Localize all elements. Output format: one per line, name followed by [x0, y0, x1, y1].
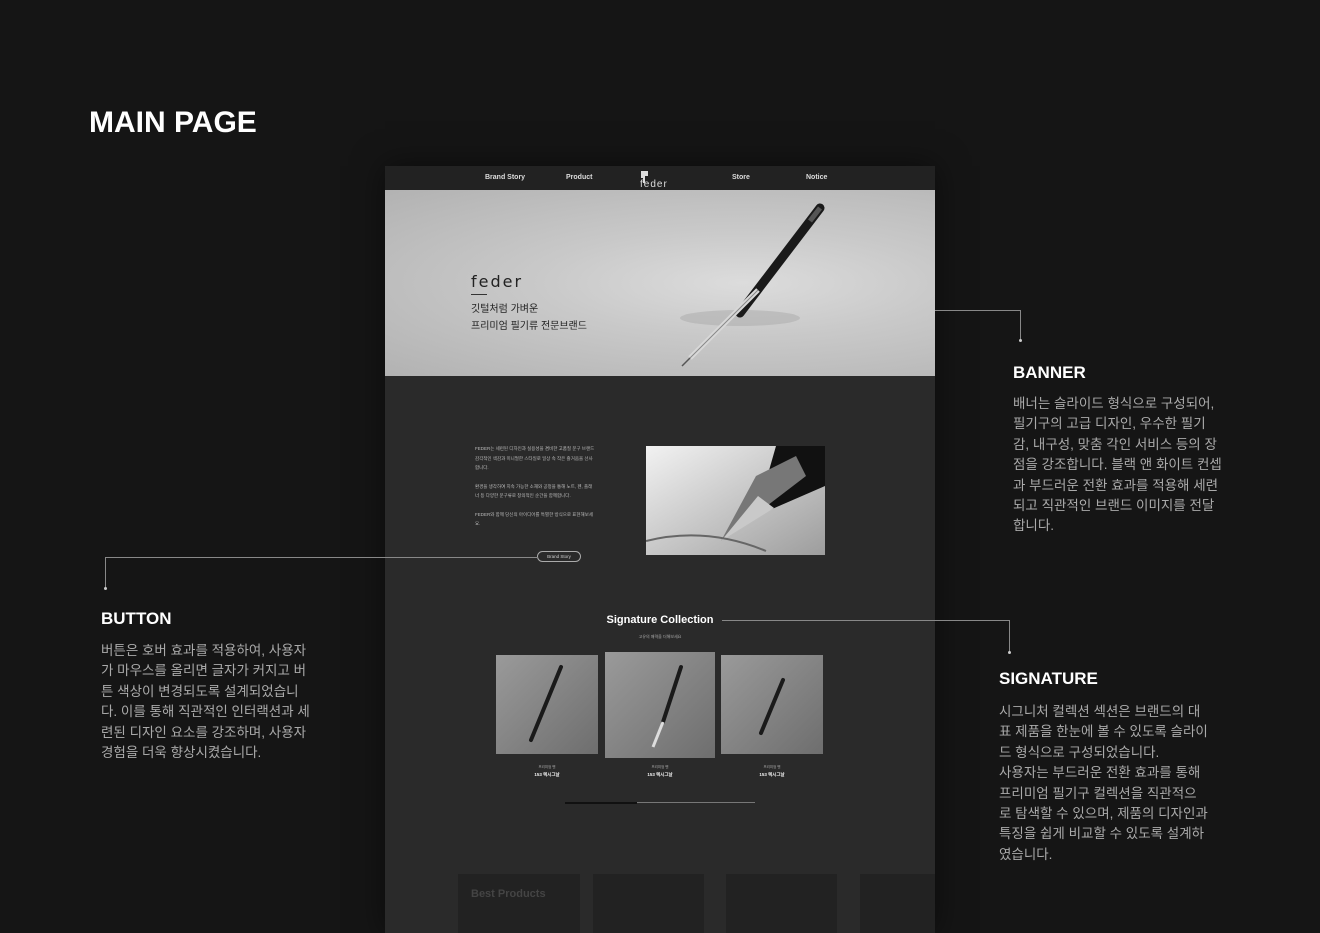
signature-annotation-title: SIGNATURE [999, 669, 1098, 688]
best-product-card[interactable] [458, 874, 580, 933]
intro-paragraph: FEDER는 세련된 디자인과 실용성을 겸비한 고품질 문구 브랜드 감각적인… [475, 446, 595, 470]
annotation-line: 였습니다. [999, 846, 1053, 862]
nav-notice[interactable]: Notice [806, 174, 827, 181]
banner-connector-dot [1019, 339, 1022, 342]
product-name: 153 렉시그날 [759, 772, 785, 777]
banner-connector-line [1020, 310, 1021, 341]
banner-tagline-2: 프리미엄 필기류 전문브랜드 [471, 321, 587, 332]
annotation-line: 다. 이를 통해 직관적인 인터랙션과 세 [101, 704, 310, 720]
intro-paragraph: 환경을 생각하여 지속 가능한 소재와 공정을 통해 노트, 펜, 플래너 등 … [475, 483, 593, 499]
banner-connector-line [935, 310, 1021, 311]
product-label: 프리미엄 펜 [538, 765, 556, 769]
page-title: MAIN PAGE [89, 106, 257, 139]
signature-subtitle: 고유의 매력을 더해보세요 [638, 634, 682, 639]
product-label: 프리미엄 펜 [763, 765, 781, 769]
annotation-line: 드 형식으로 구성되었습니다. [999, 744, 1160, 760]
product-card[interactable]: 프리미엄 펜 153 렉시그날 [721, 655, 823, 777]
annotation-line: 합니다. [1013, 518, 1055, 534]
annotation-line: 배너는 슬라이드 형식으로 구성되어, [1013, 396, 1215, 411]
signature-connector-dot [1008, 651, 1011, 654]
annotation-line: 표 제품을 한눈에 볼 수 있도록 슬라이 [999, 724, 1208, 740]
product-image [721, 655, 823, 754]
best-products-title: Best Products [471, 888, 546, 900]
annotation-line: 특징을 쉽게 비교할 수 있도록 설계하 [999, 826, 1205, 842]
button-annotation-title: BUTTON [101, 609, 172, 628]
pen-image [680, 203, 825, 367]
banner-annotation-title: BANNER [1013, 363, 1086, 382]
nav-store[interactable]: Store [732, 174, 750, 181]
brand-story-button[interactable]: Brand Story [537, 551, 581, 562]
annotation-line: 점을 강조합니다. 블랙 앤 화이트 컨셉 [1013, 457, 1222, 473]
product-card[interactable]: 프리미엄 펜 153 렉시그날 [605, 652, 715, 777]
annotation-line: 튼 색상이 변경되도록 설계되었습니 [101, 683, 299, 699]
banner-logo: feder [471, 272, 524, 291]
annotation-line: 감, 내구성, 맞춤 각인 서비스 등의 장 [1013, 436, 1217, 452]
product-label: 프리미엄 펜 [651, 765, 669, 769]
annotation-line: 가 마우스를 올리면 글자가 커지고 버 [101, 663, 307, 679]
button-connector-line [105, 557, 538, 558]
button-connector-dot [104, 587, 107, 590]
signature-annotation-text: 시그니처 컬렉션 섹션은 브랜드의 대 표 제품을 한눈에 볼 수 있도록 슬라… [999, 702, 1239, 865]
annotation-line: 련된 디자인 요소를 강조하며, 사용자 [101, 724, 307, 740]
signature-slider-track[interactable] [565, 801, 755, 804]
banner-divider [471, 294, 487, 295]
best-product-card[interactable] [726, 874, 837, 933]
annotation-line: 과 부드러운 전환 효과를 적용해 세련 [1013, 477, 1219, 493]
fountain-pen-image [646, 446, 825, 555]
button-annotation-text: 버튼은 호버 효과를 적용하여, 사용자 가 마우스를 올리면 글자가 커지고 … [101, 641, 341, 763]
nav-logo[interactable]: feder [640, 171, 667, 190]
banner-tagline-1: 깃털처럼 가벼운 [471, 304, 539, 315]
product-name: 153 렉시그날 [534, 772, 560, 777]
brand-intro-text: FEDER는 세련된 디자인과 실용성을 겸비한 고품질 문구 브랜드 감각적인… [475, 444, 595, 538]
annotation-line: 로 탐색할 수 있으며, 제품의 디자인과 [999, 806, 1208, 822]
annotation-line: 사용자는 부드러운 전환 효과를 통해 [999, 765, 1201, 781]
signature-connector-line [1009, 620, 1010, 652]
signature-slider-progress [565, 801, 638, 804]
product-image [605, 652, 715, 758]
product-name: 153 렉시그날 [647, 772, 673, 777]
annotation-line: 버튼은 호버 효과를 적용하여, 사용자 [101, 643, 307, 658]
nav-product[interactable]: Product [566, 174, 592, 181]
best-product-card[interactable] [860, 874, 935, 933]
signature-connector-line [722, 620, 1010, 621]
annotation-line: 시그니처 컬렉션 섹션은 브랜드의 대 [999, 704, 1201, 719]
intro-paragraph: FEDER와 함께 당신의 아이디어를 특별한 방식으로 표현해보세요. [475, 511, 593, 527]
annotation-line: 되고 직관적인 브랜드 이미지를 전달 [1013, 498, 1215, 514]
annotation-line: 필기구의 고급 디자인, 우수한 필기 [1013, 416, 1206, 432]
product-card[interactable]: 프리미엄 펜 153 렉시그날 [496, 655, 598, 777]
nav-brand-story[interactable]: Brand Story [485, 174, 525, 181]
annotation-line: 프리미엄 필기구 컬렉션을 직관적으 [999, 785, 1197, 801]
nav-logo-text: feder [640, 179, 668, 190]
hero-banner[interactable]: feder 깃털처럼 가벼운 프리미엄 필기류 전문브랜드 [385, 190, 935, 376]
product-image [496, 655, 598, 754]
button-connector-line [105, 557, 106, 588]
nav-bar: Brand Story Product feder Store Notice [385, 166, 935, 190]
best-product-card[interactable] [593, 874, 704, 933]
annotation-line: 경험을 더욱 향상시켰습니다. [101, 745, 262, 761]
website-mockup: Brand Story Product feder Store Notice f… [385, 166, 935, 933]
banner-annotation-text: 배너는 슬라이드 형식으로 구성되어, 필기구의 고급 디자인, 우수한 필기 … [1013, 394, 1253, 537]
